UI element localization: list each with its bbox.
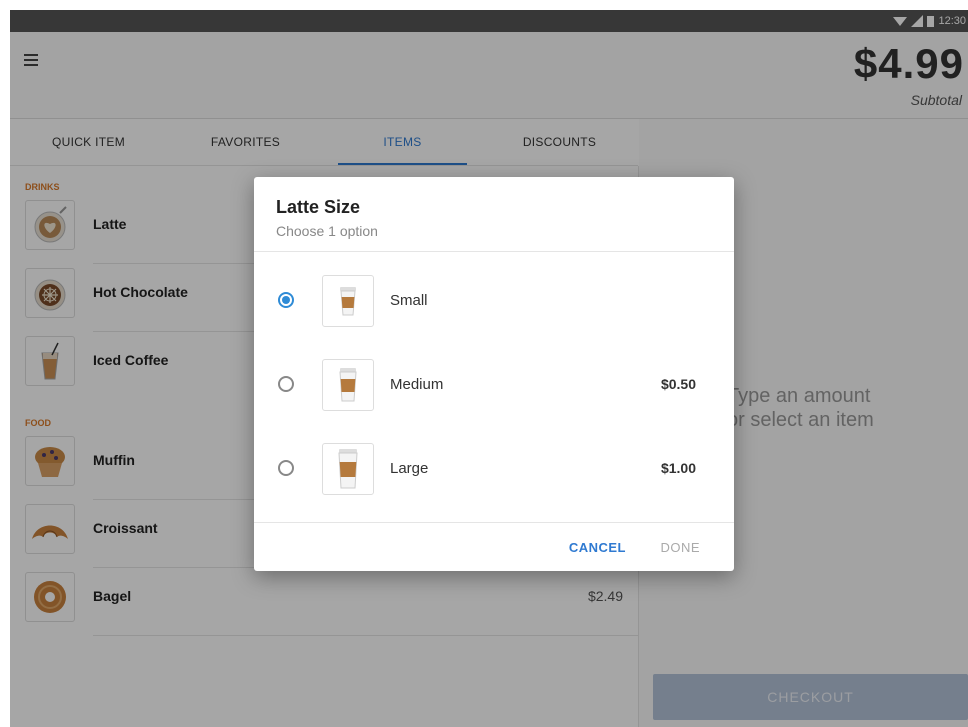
app-window: 12:30 $4.99 Subtotal QUICK ITEM FAVORITE… — [10, 10, 968, 727]
radio-small[interactable] — [278, 292, 294, 308]
option-price: $1.00 — [660, 460, 696, 476]
dialog-subtitle: Choose 1 option — [276, 223, 378, 239]
cancel-button[interactable]: CANCEL — [569, 540, 626, 555]
latte-size-dialog: Latte Size Choose 1 option Small Medium … — [254, 177, 734, 571]
option-large[interactable]: Large $1.00 — [254, 435, 734, 505]
option-label: Large — [390, 460, 429, 477]
dialog-divider — [254, 251, 734, 252]
small-cup-icon — [322, 275, 374, 327]
large-cup-icon — [322, 443, 374, 495]
radio-medium[interactable] — [278, 376, 294, 392]
dialog-actions: CANCEL DONE — [254, 523, 734, 571]
option-small[interactable]: Small — [254, 267, 734, 337]
dialog-title: Latte Size — [276, 197, 361, 217]
option-label: Medium — [390, 376, 444, 393]
radio-large[interactable] — [278, 460, 294, 476]
done-button[interactable]: DONE — [660, 540, 700, 555]
option-price: $0.50 — [660, 376, 696, 392]
option-label: Small — [390, 292, 428, 309]
medium-cup-icon — [322, 359, 374, 411]
option-medium[interactable]: Medium $0.50 — [254, 351, 734, 421]
